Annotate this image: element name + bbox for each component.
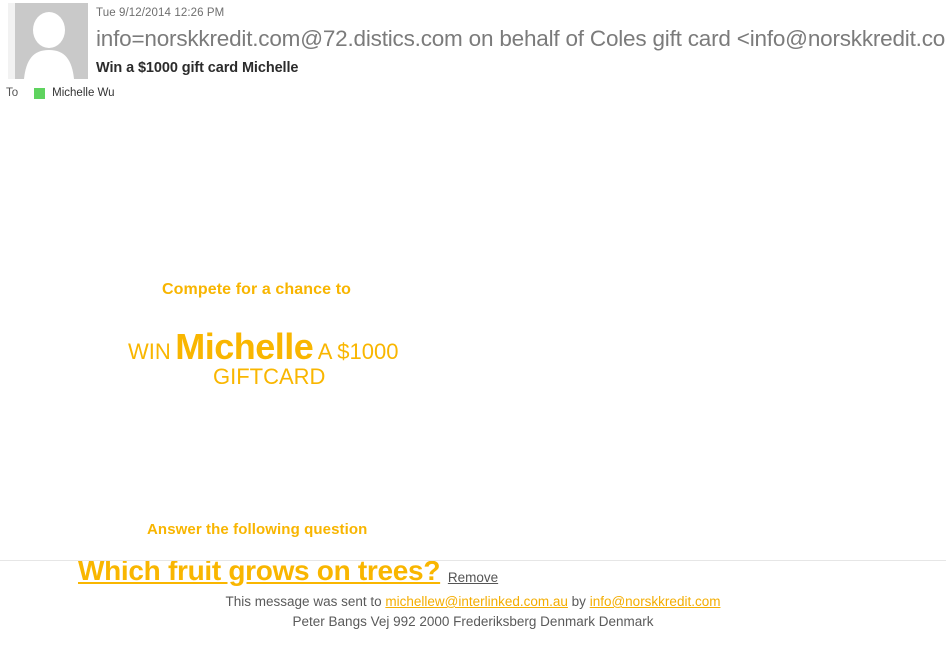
message-header: Tue 9/12/2014 12:26 PM info=norskkredit.… (0, 0, 946, 110)
footer-sent-line: This message was sent to michellew@inter… (0, 593, 946, 611)
to-label: To (6, 87, 19, 99)
promo-tagline: Compete for a chance to (162, 281, 352, 298)
headline-amount: A $1000 (317, 339, 399, 364)
message-footer: Remove This message was sent to michelle… (0, 560, 946, 631)
header-text-block: Tue 9/12/2014 12:26 PM info=norskkredit.… (96, 0, 946, 78)
sender-address[interactable]: info=norskkredit.com@72.distics.com on b… (96, 20, 946, 54)
sender-email-link[interactable]: info@norskkredit.com (590, 594, 721, 609)
avatar (8, 3, 88, 79)
remove-link-row: Remove (0, 561, 946, 585)
footer-sent-by: by (571, 594, 586, 609)
person-placeholder-icon (24, 12, 74, 79)
headline-recipient-name: Michelle (175, 326, 314, 367)
recipient-name[interactable]: Michelle Wu (52, 87, 114, 99)
presence-available-icon (34, 87, 46, 99)
message-timestamp: Tue 9/12/2014 12:26 PM (96, 7, 225, 19)
message-subject: Win a $1000 gift card Michelle (96, 60, 299, 76)
headline-giftcard-word: GIFTCARD (213, 364, 326, 389)
recipient-row: To Michelle Wu (6, 87, 115, 99)
remove-link[interactable]: Remove (448, 570, 498, 585)
headline-win-word: WIN (128, 339, 171, 364)
answer-prompt: Answer the following question (147, 521, 368, 538)
footer-sent-prefix: This message was sent to (225, 594, 382, 609)
message-body: Compete for a chance to WIN Michelle A $… (0, 110, 946, 586)
recipient-email-link[interactable]: michellew@interlinked.com.au (385, 594, 568, 609)
avatar-left-strip (8, 3, 15, 79)
footer-address: Peter Bangs Vej 992 2000 Frederiksberg D… (292, 614, 654, 629)
